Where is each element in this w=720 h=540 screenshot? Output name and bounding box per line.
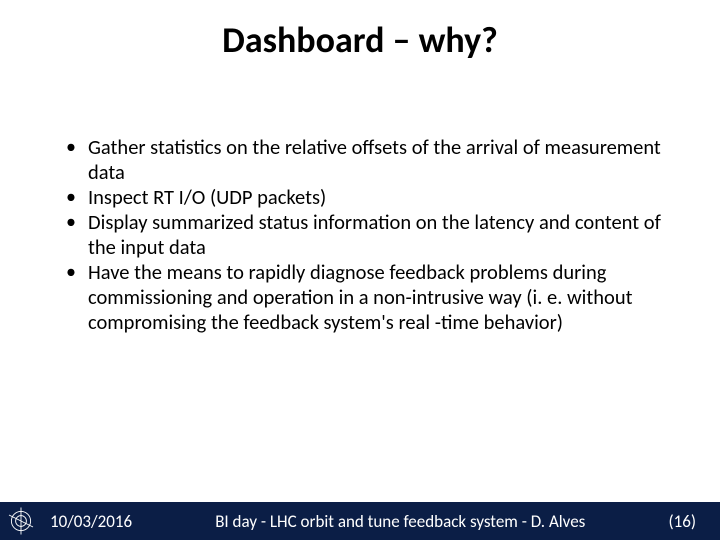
list-item: Inspect RT I/O (UDP packets) (60, 185, 665, 210)
footer-page-number: (16) (668, 511, 696, 532)
footer-date: 10/03/2016 (50, 511, 132, 532)
list-item: Gather statistics on the relative offset… (60, 135, 665, 185)
bullet-list: Gather statistics on the relative offset… (60, 135, 665, 335)
list-item: Have the means to rapidly diagnose feedb… (60, 260, 665, 335)
footer-center-text: BI day - LHC orbit and tune feedback sys… (132, 511, 668, 532)
slide-body: Gather statistics on the relative offset… (60, 135, 665, 335)
slide-footer: 10/03/2016 BI day - LHC orbit and tune f… (0, 502, 720, 540)
list-item: Display summarized status information on… (60, 210, 665, 260)
slide-title: Dashboard – why? (0, 18, 720, 62)
cern-logo-icon (6, 506, 36, 536)
slide: Dashboard – why? Gather statistics on th… (0, 0, 720, 540)
